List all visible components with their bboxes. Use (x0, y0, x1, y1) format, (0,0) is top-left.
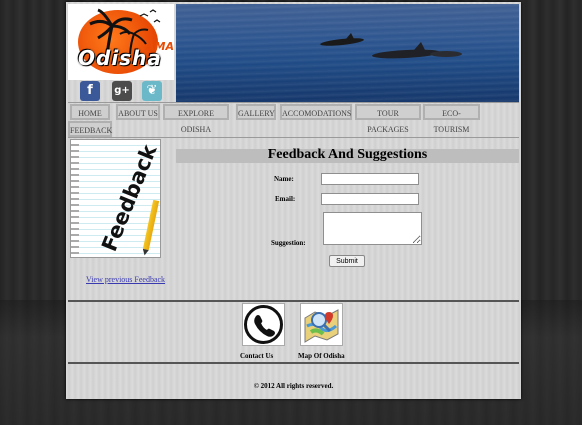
email-field[interactable] (321, 193, 419, 205)
dolphins-graphic (320, 33, 462, 59)
logo-sub-text: AMA (146, 40, 174, 53)
notebook-spiral (71, 140, 79, 257)
name-label: Name: (274, 175, 294, 183)
nav-item-accomodations[interactable]: ACCOMODATIONS (280, 104, 352, 120)
nav-item-feedback[interactable]: FEEDBACK (68, 121, 112, 137)
footer-bottom-divider (68, 362, 519, 364)
facebook-icon[interactable]: f (80, 81, 100, 101)
nav-item-explore-odisha[interactable]: EXPLORE ODISHA (163, 104, 229, 134)
feedback-notebook-image: Feedback (70, 139, 161, 258)
footer-top-divider (68, 300, 519, 302)
phone-icon (244, 305, 283, 344)
nav-item-eco-tourism[interactable]: ECO-TOURISM (423, 104, 480, 134)
nav-item-tour-packages[interactable]: TOUR PACKAGES (355, 104, 421, 134)
copyright-text: © 2012 All rights reserved. (253, 382, 334, 390)
contact-us-label[interactable]: Contact Us (240, 352, 273, 360)
submit-button[interactable]: Submit (329, 255, 365, 267)
nav-item-gallery[interactable]: GALLERY (236, 104, 276, 120)
name-field[interactable] (321, 173, 419, 185)
contact-us-button[interactable] (242, 303, 285, 346)
view-previous-feedback-link[interactable]: View previous Feedback (86, 275, 165, 284)
suggestion-label: Suggestion: (271, 239, 306, 247)
page-container: Odisha AMA f g+ ❦ HOME ABOUT US EXPLORE … (66, 2, 521, 399)
nav-item-home[interactable]: HOME (70, 104, 110, 120)
map-of-odisha-button[interactable] (300, 303, 343, 346)
page-title: Feedback And Suggestions (267, 147, 428, 162)
map-of-odisha-label[interactable]: Map Of Odisha (298, 352, 345, 360)
google-plus-icon[interactable]: g+ (112, 81, 132, 101)
map-icon (304, 309, 339, 343)
bird-icon[interactable]: ❦ (142, 81, 162, 101)
header-banner-image (176, 4, 519, 102)
suggestion-textarea[interactable] (323, 212, 422, 245)
nav-top-divider (68, 102, 519, 103)
site-logo[interactable]: Odisha AMA (68, 4, 174, 80)
nav-item-about-us[interactable]: ABOUT US (116, 104, 160, 120)
nav-bottom-divider (68, 137, 519, 138)
email-label: Email: (275, 195, 296, 203)
